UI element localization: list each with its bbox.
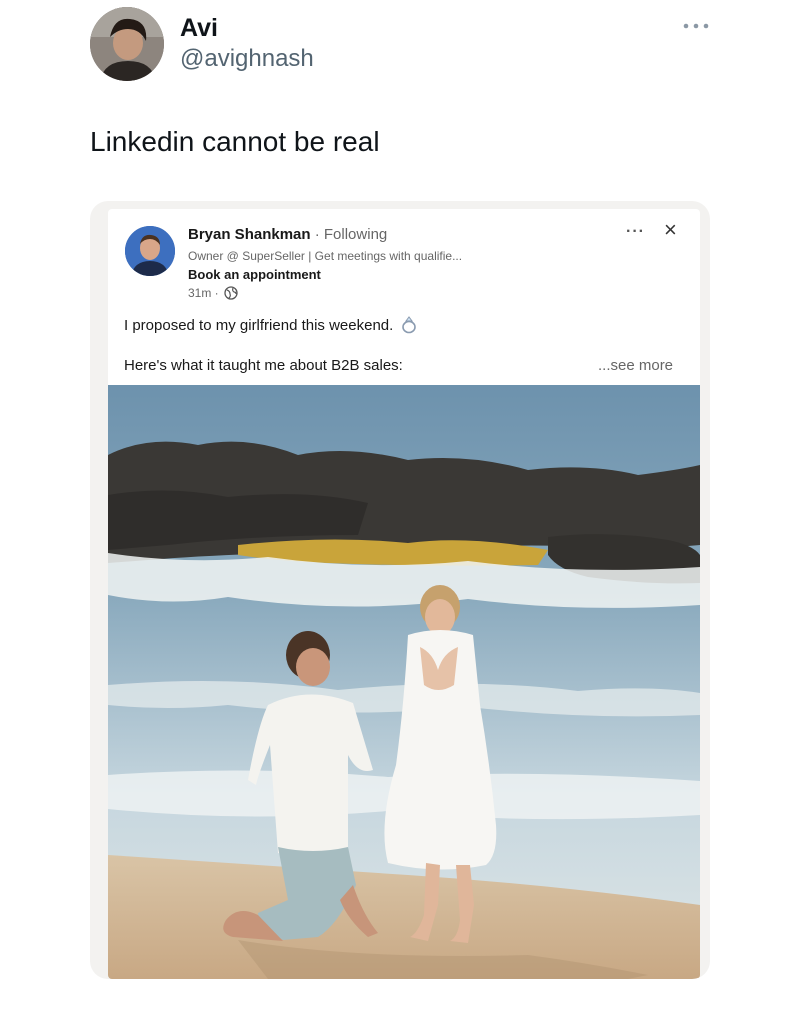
follow-status[interactable]: Following — [324, 226, 387, 243]
post-text-line2: Here's what it taught me about B2B sales… — [124, 357, 403, 374]
linkedin-headline: Owner @ SuperSeller | Get meetings with … — [188, 249, 463, 263]
see-more-link[interactable]: ...see more — [598, 357, 673, 374]
close-button[interactable]: × — [664, 217, 677, 243]
post-time: 31m · — [188, 286, 238, 300]
linkedin-author-line: Bryan Shankman · Following — [188, 226, 387, 243]
author-handle[interactable]: @avighnash — [180, 45, 314, 73]
author-avatar[interactable] — [90, 7, 164, 81]
linkedin-post: Bryan Shankman · Following Owner @ Super… — [108, 209, 700, 979]
ellipsis-icon[interactable] — [681, 16, 711, 36]
separator: · — [314, 226, 320, 243]
post-text-line1-text: I proposed to my girlfriend this weekend… — [124, 316, 394, 334]
linkedin-author-name[interactable]: Bryan Shankman — [188, 226, 311, 243]
linkedin-avatar[interactable] — [125, 226, 175, 276]
author-name[interactable]: Avi — [180, 14, 218, 43]
globe-icon — [224, 286, 238, 300]
post-menu-button[interactable]: ··· — [626, 223, 645, 241]
post-photo[interactable] — [108, 385, 700, 979]
post-text-line1: I proposed to my girlfriend this weekend… — [124, 315, 419, 335]
book-appointment-link[interactable]: Book an appointment — [188, 267, 321, 282]
tweet-text: Linkedin cannot be real — [90, 126, 380, 157]
tweet-media[interactable]: Bryan Shankman · Following Owner @ Super… — [90, 201, 710, 979]
ring-icon — [399, 315, 419, 335]
post-time-text: 31m · — [188, 286, 219, 300]
